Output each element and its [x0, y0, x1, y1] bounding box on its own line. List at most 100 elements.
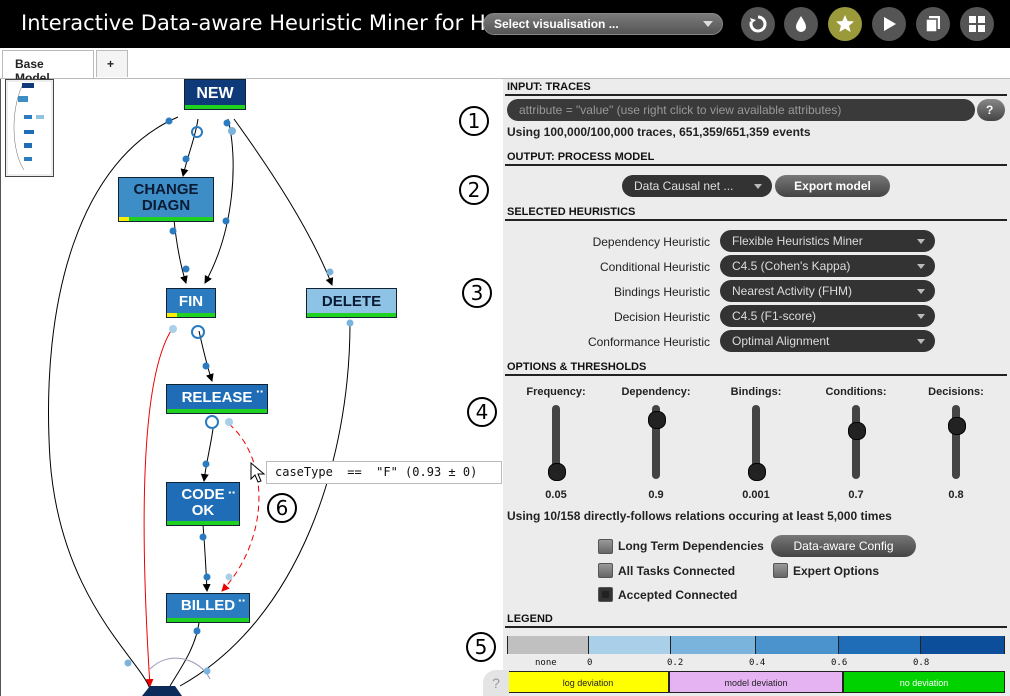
all-tasks-connected-checkbox[interactable] — [598, 563, 613, 578]
legend-tick-label: 0.8 — [913, 658, 930, 668]
end-node — [142, 686, 182, 696]
decision-heuristic-select[interactable]: C4.5 (F1-score) — [720, 305, 935, 327]
copy-icon — [925, 16, 940, 33]
legend-deviation-cell: log deviation — [507, 671, 669, 693]
edge-new-delete[interactable] — [233, 118, 334, 286]
chevron-down-icon — [917, 264, 925, 269]
tab-bar: Base Model + — [0, 48, 1010, 85]
legend-tick-label: none — [535, 658, 557, 668]
annotation-6: 6 — [267, 493, 297, 523]
node-fin[interactable]: FIN — [166, 288, 216, 318]
trace-status: Using 100,000/100,000 traces, 651,359/65… — [507, 125, 811, 139]
threshold-slider-handle[interactable] — [548, 463, 566, 481]
decision-heuristic-value: C4.5 (F1-score) — [732, 309, 817, 323]
node-billed[interactable]: BILLED ▪▪ — [166, 593, 250, 623]
annotation-4: 4 — [467, 397, 497, 427]
threshold-value: 0.9 — [648, 489, 664, 501]
export-model-button[interactable]: Export model — [775, 175, 890, 197]
star-button[interactable] — [828, 7, 862, 41]
add-tab-button[interactable]: + — [96, 50, 128, 77]
minimap[interactable] — [5, 79, 54, 177]
chevron-down-icon — [917, 339, 925, 344]
node-delete-label: DELETE — [321, 293, 382, 310]
conformance-heuristic-select[interactable]: Optimal Alignment — [720, 330, 935, 352]
expert-options-label: Expert Options — [793, 564, 880, 578]
threshold-label: Conditions: — [825, 386, 887, 398]
grid-icon — [969, 16, 985, 32]
edge-condition-tooltip: caseType == "F" (0.93 ± 0) — [266, 461, 502, 484]
copy-button[interactable] — [916, 7, 950, 41]
conformance-heuristic-label: Conformance Heuristic — [587, 335, 710, 349]
node-release-label: RELEASE — [181, 389, 253, 406]
node-new[interactable]: NEW — [184, 79, 246, 110]
dependency-heuristic-value: Flexible Heuristics Miner — [732, 234, 863, 248]
legend-tick-label: 0 — [587, 658, 593, 668]
refresh-button[interactable] — [741, 7, 775, 41]
dependency-heuristic-select[interactable]: Flexible Heuristics Miner — [720, 230, 935, 252]
decision-heuristic-label: Decision Heuristic — [613, 310, 710, 324]
relations-status: Using 10/158 directly-follows relations … — [507, 509, 892, 523]
drop-button[interactable] — [784, 7, 818, 41]
threshold-slider-handle[interactable] — [748, 463, 766, 481]
legend-tick-label: 0.6 — [831, 658, 848, 668]
app-header: Interactive Data-aware Heuristic Miner f… — [0, 0, 1010, 48]
chevron-down-icon — [917, 289, 925, 294]
bindings-heuristic-label: Bindings Heuristic — [613, 285, 710, 299]
play-button[interactable] — [872, 7, 906, 41]
input-traces-title: INPUT: TRACES — [507, 81, 591, 93]
visualisation-select-label: Select visualisation ... — [494, 17, 619, 31]
model-type-select[interactable]: Data Causal net ... — [622, 175, 772, 197]
threshold-slider-handle[interactable] — [648, 410, 666, 429]
node-fin-label: FIN — [178, 293, 204, 310]
expert-options-checkbox[interactable] — [773, 563, 788, 578]
trace-filter-input[interactable]: attribute = "value" (use right click to … — [507, 99, 975, 121]
edge-fin-release[interactable] — [198, 330, 214, 382]
grid-button[interactable] — [960, 7, 994, 41]
legend-scale-cell — [839, 636, 921, 654]
threshold-slider-handle[interactable] — [948, 416, 966, 435]
long-term-deps-label: Long Term Dependencies — [618, 539, 764, 553]
edge-release-code-ok[interactable] — [200, 428, 214, 482]
play-icon — [884, 17, 896, 31]
star-icon — [836, 15, 854, 32]
threshold-value: 0.05 — [545, 489, 567, 501]
node-code-ok[interactable]: CODE OK ▪▪ — [166, 482, 240, 526]
visualisation-select[interactable]: Select visualisation ... — [483, 13, 723, 35]
threshold-label: Decisions: — [928, 386, 984, 398]
conditional-heuristic-value: C4.5 (Cohen's Kappa) — [732, 259, 851, 273]
annotation-3: 3 — [462, 278, 492, 308]
legend-scale-cell — [756, 636, 839, 654]
bindings-heuristic-select[interactable]: Nearest Activity (FHM) — [720, 280, 935, 302]
node-delete[interactable]: DELETE — [306, 288, 397, 318]
accepted-connected-checkbox[interactable] — [598, 587, 613, 602]
node-fin-ybar — [167, 313, 177, 317]
threshold-value: 0.001 — [742, 489, 770, 501]
all-tasks-connected-label: All Tasks Connected — [618, 564, 736, 578]
legend-tick-label: 0.2 — [667, 658, 684, 668]
cursor-icon — [250, 462, 266, 483]
conditional-heuristic-select[interactable]: C4.5 (Cohen's Kappa) — [720, 255, 935, 277]
tab-base-model[interactable]: Base Model — [2, 50, 94, 85]
long-term-deps-checkbox[interactable] — [598, 539, 613, 554]
node-change-diagn-bar — [119, 217, 213, 221]
chevron-down-icon — [703, 21, 713, 27]
help-corner-icon[interactable]: ? — [483, 670, 509, 696]
section-divider — [505, 219, 1007, 221]
node-change-diagn[interactable]: CHANGE DIAGN — [118, 177, 214, 222]
legend-scale-cell — [589, 636, 671, 654]
node-billed-label: BILLED — [180, 597, 236, 614]
threshold-slider-handle[interactable] — [848, 422, 866, 441]
help-button[interactable]: ? — [977, 99, 1005, 121]
data-aware-config-button[interactable]: Data-aware Config — [771, 535, 916, 557]
threshold-slider[interactable] — [852, 405, 860, 479]
section-divider — [505, 374, 1007, 376]
node-change-diagn-ybar — [119, 217, 129, 221]
node-release[interactable]: RELEASE ▪▪ — [166, 384, 268, 414]
section-divider — [505, 164, 1007, 166]
node-billed-bar — [167, 618, 249, 622]
refresh-icon — [749, 15, 767, 33]
threshold-label: Frequency: — [526, 386, 586, 398]
node-code-ok-indicator: ▪▪ — [228, 488, 236, 497]
legend-scale-cell — [507, 636, 589, 654]
dependency-heuristic-label: Dependency Heuristic — [592, 235, 710, 249]
